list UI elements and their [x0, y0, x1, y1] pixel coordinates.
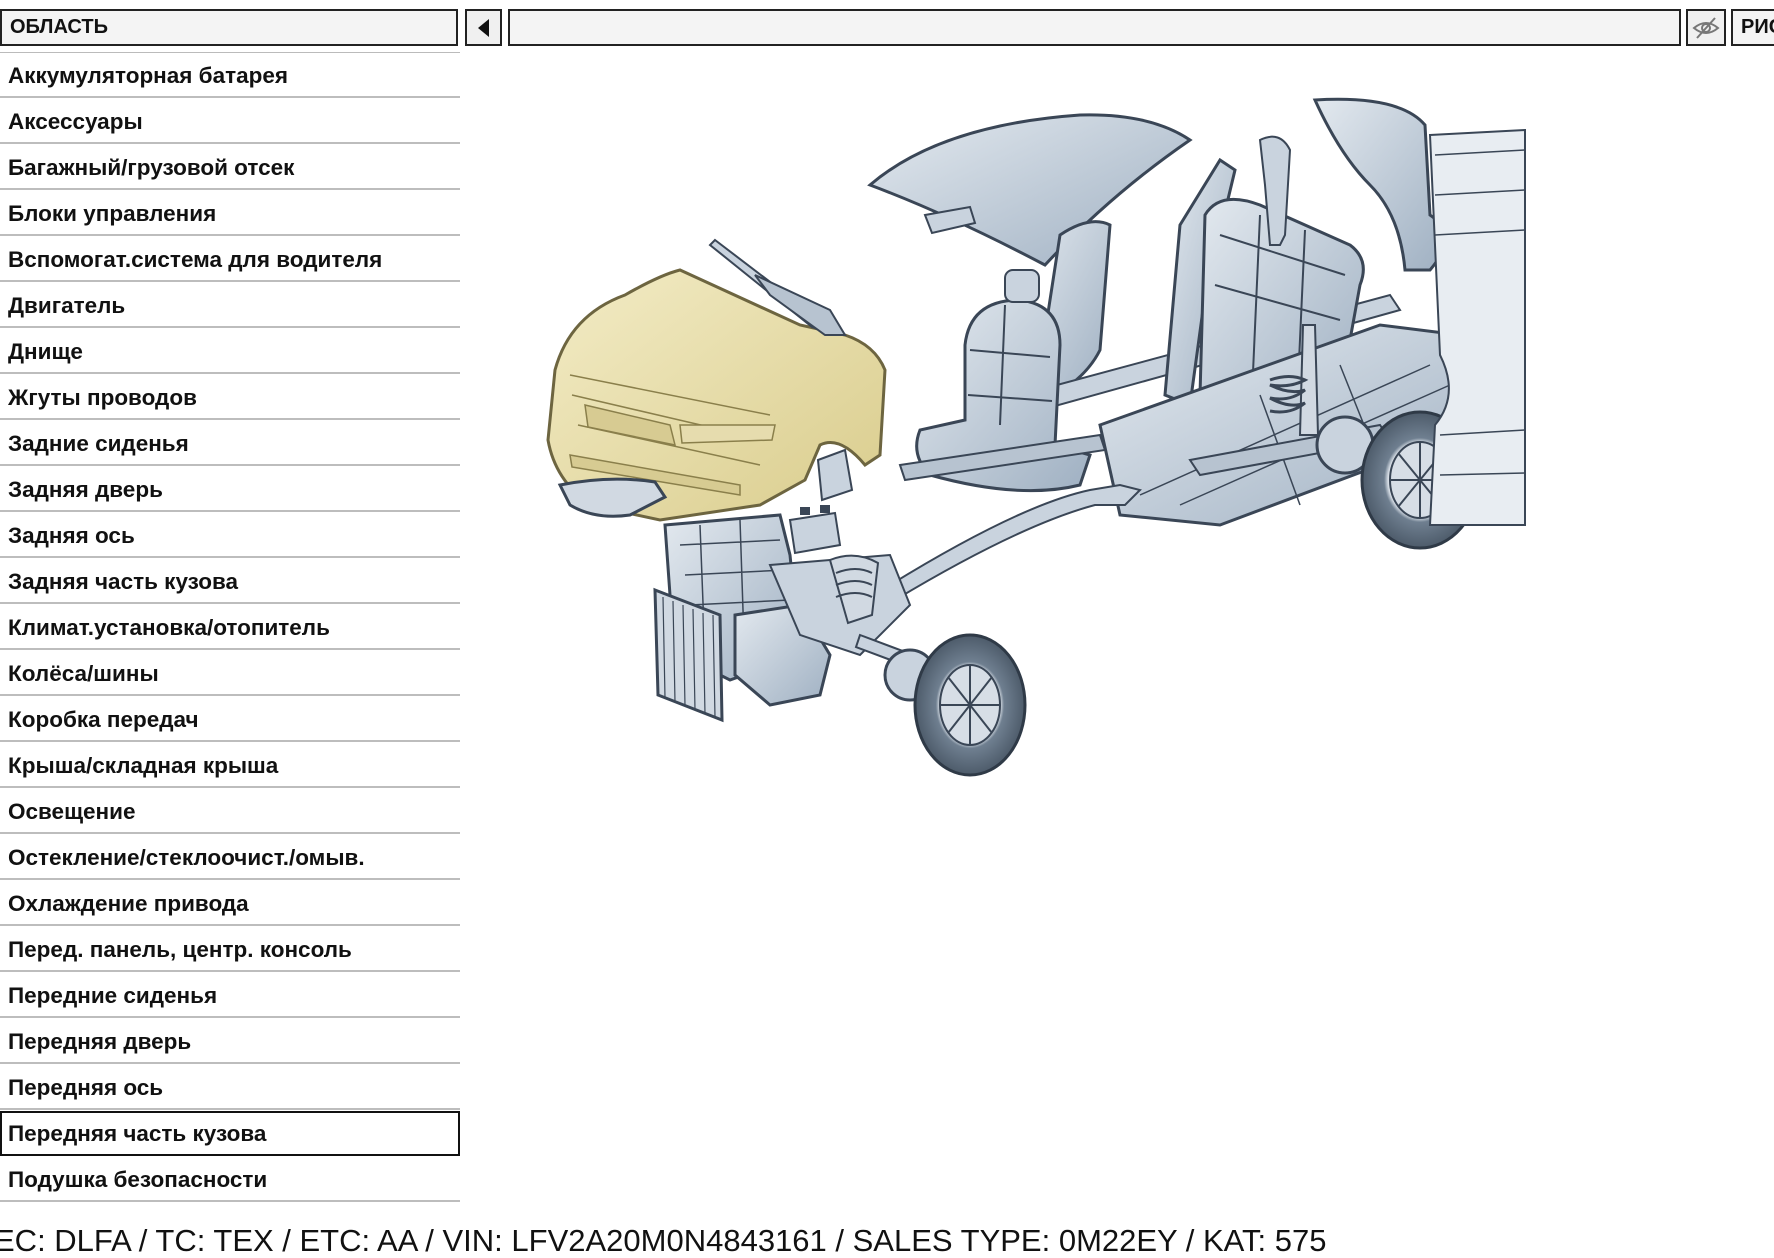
area-column-header: ОБЛАСТЬ — [0, 9, 458, 46]
engine-control-unit[interactable] — [816, 448, 854, 502]
area-list-item[interactable]: Задняя дверь — [0, 467, 460, 512]
area-list-item[interactable]: Вспомогат.система для водителя — [0, 237, 460, 282]
area-list-item[interactable]: Освещение — [0, 789, 460, 834]
exhaust-system[interactable] — [888, 483, 1142, 602]
area-list-item[interactable]: Остекление/стеклоочист./омыв. — [0, 835, 460, 880]
hide-illustration-button[interactable] — [1686, 9, 1726, 46]
area-list-item[interactable]: Подушка безопасности — [0, 1157, 460, 1202]
back-button[interactable] — [465, 9, 502, 46]
vehicle-info-status-bar: EC: DLFA / TC: TEX / ETC: AA / VIN: LFV2… — [0, 1223, 1327, 1258]
area-list-item[interactable]: Передняя часть кузова — [0, 1111, 460, 1156]
path-field[interactable] — [508, 9, 1681, 46]
area-list-item[interactable]: Жгуты проводов — [0, 375, 460, 420]
area-list-item[interactable]: Перед. панель, центр. консоль — [0, 927, 460, 972]
area-list-item[interactable]: Охлаждение привода — [0, 881, 460, 926]
area-list-item[interactable]: Задние сиденья — [0, 421, 460, 466]
figure-column-header: РИС — [1731, 9, 1774, 46]
rear-body-side[interactable] — [1428, 128, 1526, 526]
area-list-item[interactable]: Климат.установка/отопитель — [0, 605, 460, 650]
area-list-item[interactable]: Передние сиденья — [0, 973, 460, 1018]
area-list-item[interactable]: Блоки управления — [0, 191, 460, 236]
roof-panel[interactable] — [867, 113, 1193, 267]
hide-icon — [1692, 16, 1720, 39]
area-list-item[interactable]: Аксессуары — [0, 99, 460, 144]
battery[interactable] — [788, 505, 842, 555]
area-list-item[interactable]: Колёса/шины — [0, 651, 460, 696]
area-list-item[interactable]: Коробка передач — [0, 697, 460, 742]
area-list-item[interactable]: Передняя дверь — [0, 1019, 460, 1064]
area-list: Аккумуляторная батарея Аксессуары Багажный… — [0, 52, 460, 1221]
vehicle-illustration — [500, 95, 1730, 905]
area-list-item[interactable]: Аккумуляторная батарея — [0, 53, 460, 98]
front-wheel[interactable] — [913, 633, 1027, 777]
vehicle-exploded-view — [546, 97, 1526, 777]
area-list-item[interactable]: Двигатель — [0, 283, 460, 328]
area-list-item[interactable]: Передняя ось — [0, 1065, 460, 1110]
area-list-item[interactable]: Днище — [0, 329, 460, 374]
area-list-item[interactable]: Крыша/складная крыша — [0, 743, 460, 788]
area-list-item[interactable]: Задняя часть кузова — [0, 559, 460, 604]
triangle-left-icon — [477, 18, 489, 37]
area-list-item[interactable]: Задняя ось — [0, 513, 460, 558]
area-list-item[interactable]: Багажный/грузовой отсек — [0, 145, 460, 190]
